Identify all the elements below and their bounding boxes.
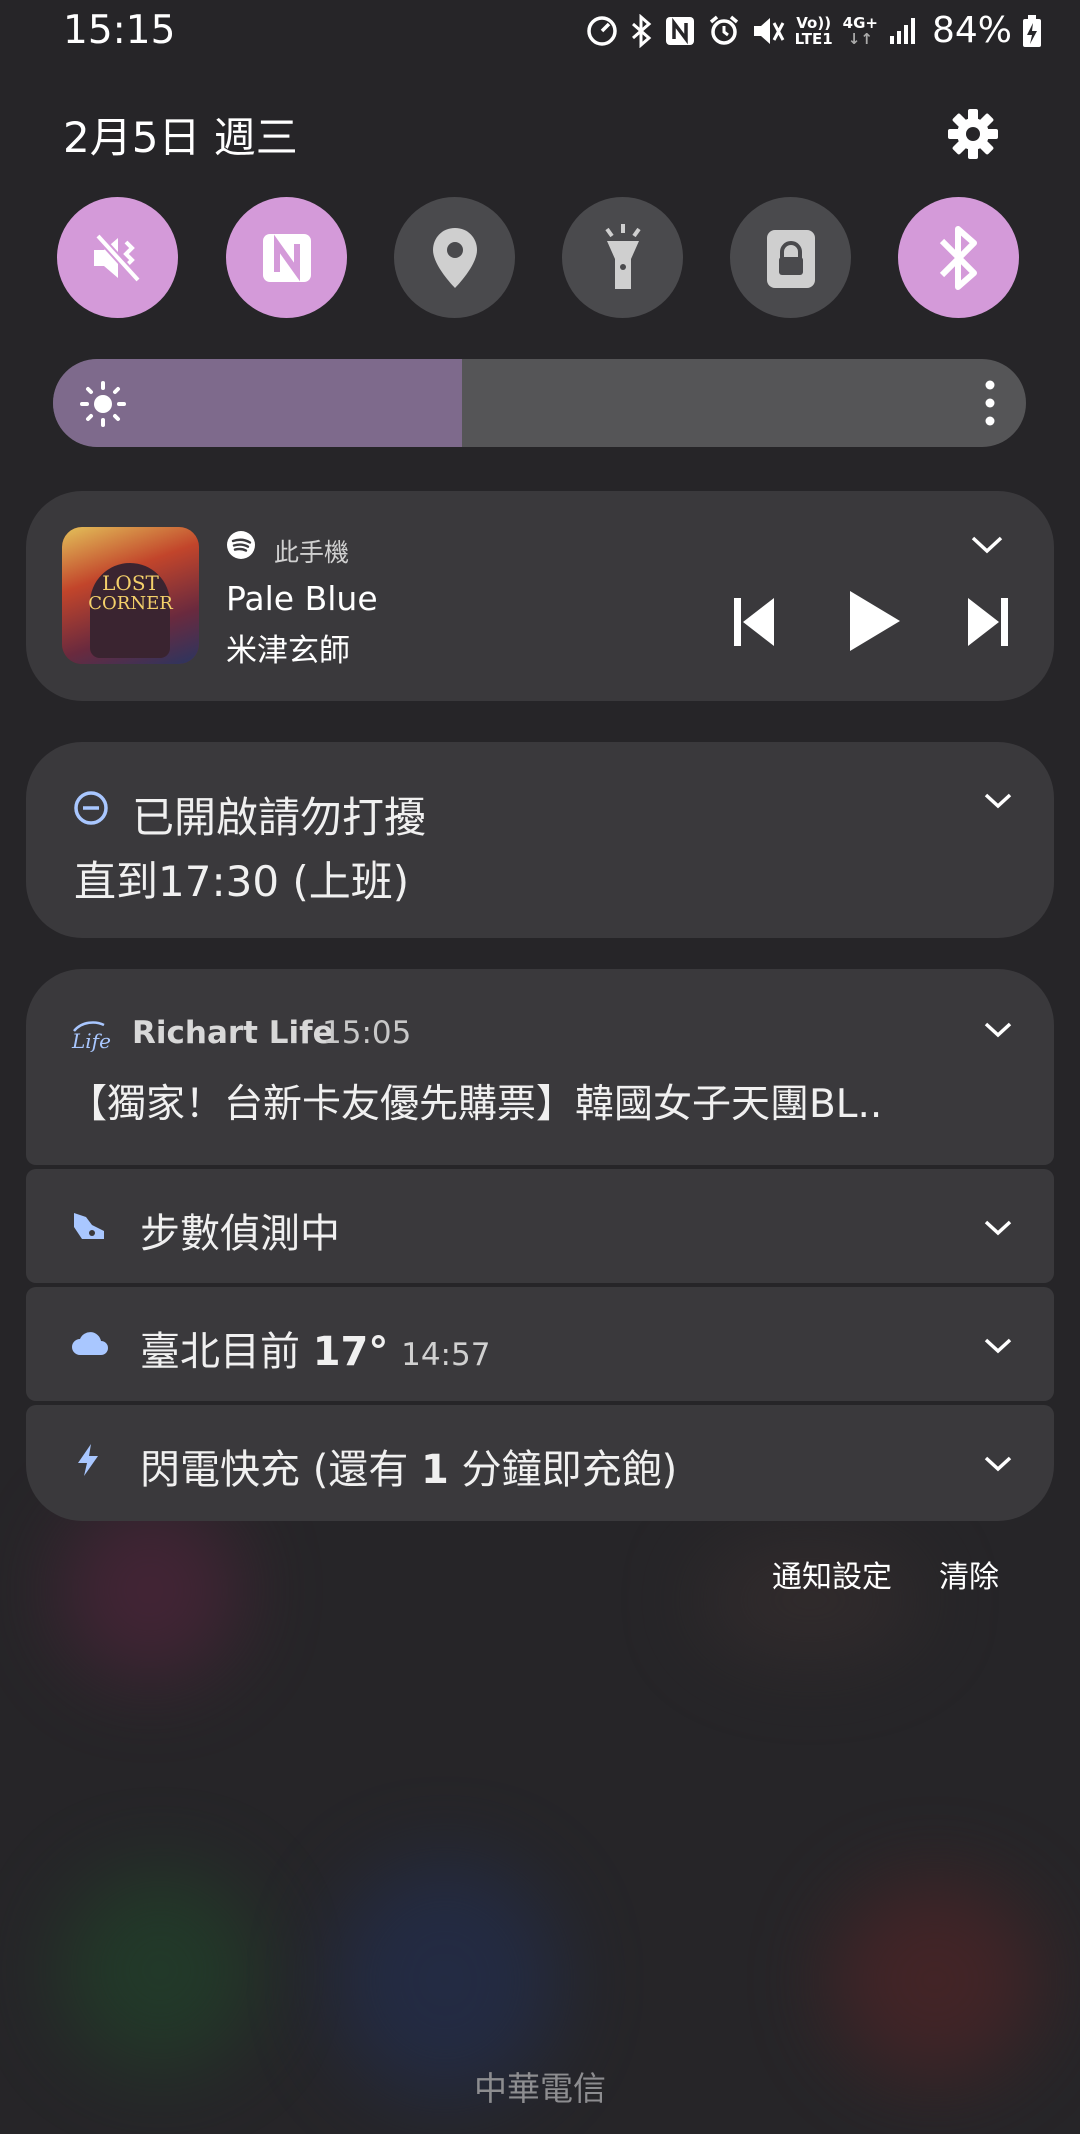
alarm-status-icon	[709, 15, 738, 45]
album-art-text: LOST	[102, 571, 159, 595]
network-type-label: 4G+	[842, 13, 878, 32]
play-icon[interactable]	[846, 589, 902, 653]
toggle-flashlight[interactable]	[562, 197, 683, 318]
wallpaper-blob	[830, 1880, 1040, 2080]
weather-text: 臺北目前 17° 14:57	[140, 1319, 490, 1377]
dnd-card[interactable]: 已開啟請勿打擾 直到17:30 (上班)	[26, 742, 1054, 938]
toggle-mute[interactable]	[57, 197, 178, 318]
lightning-bolt-icon	[78, 1444, 98, 1476]
toggle-bluetooth[interactable]	[898, 197, 1019, 318]
status-time: 15:15	[63, 8, 176, 53]
bluetooth-icon	[939, 225, 977, 290]
dnd-subtitle: 直到17:30 (上班)	[74, 857, 410, 906]
toggle-nfc[interactable]	[226, 197, 347, 318]
notification-text: 步數偵測中	[140, 1211, 340, 1257]
chevron-down-icon[interactable]	[970, 535, 1004, 555]
media-title: Pale Blue	[226, 579, 378, 618]
previous-track-icon[interactable]	[732, 596, 776, 648]
chevron-down-icon[interactable]	[983, 1337, 1013, 1355]
battery-percent: 84%	[931, 10, 1012, 51]
settings-gear-icon[interactable]	[945, 106, 1001, 162]
charging-prefix: 閃電快充 (還有	[140, 1447, 409, 1493]
chevron-down-icon[interactable]	[983, 1219, 1013, 1237]
network-type-indicator: 4G+ ↓↑	[843, 15, 878, 47]
volte-indicator: Vo)) LTE1	[795, 15, 833, 47]
charging-suffix: 分鐘即充飽)	[461, 1447, 678, 1493]
more-options-icon[interactable]	[984, 379, 996, 427]
battery-charging-icon	[1023, 14, 1041, 47]
status-bar: 15:15 Vo)) LTE1 4G+ ↓↑ 84%	[0, 0, 1080, 64]
notification-richart[interactable]: Life Richart Life 15:05 【獨家！台新卡友優先購票】韓國女…	[26, 969, 1054, 1165]
lock-icon	[766, 229, 815, 288]
notification-weather[interactable]: 臺北目前 17° 14:57	[26, 1287, 1054, 1401]
lte-label: LTE1	[794, 29, 833, 48]
wallpaper-blob	[60, 1500, 240, 1680]
album-art: LOST CORNER	[62, 527, 199, 664]
clear-button[interactable]: 清除	[939, 1552, 999, 1596]
flashlight-icon	[604, 223, 641, 289]
date-header: 2月5日 週三	[63, 113, 298, 162]
cloud-icon	[72, 1332, 108, 1355]
notification-charging[interactable]: 閃電快充 (還有 1 分鐘即充飽)	[26, 1405, 1054, 1521]
location-icon	[432, 227, 477, 288]
notification-time: 15:05	[322, 1015, 412, 1051]
notification-steps[interactable]: 步數偵測中	[26, 1169, 1054, 1283]
bluetooth-status-icon	[631, 13, 651, 48]
spotify-icon	[227, 531, 255, 559]
running-shoe-icon	[74, 1213, 104, 1239]
next-track-icon[interactable]	[966, 596, 1010, 648]
richart-logo-text: Life	[72, 1029, 111, 1053]
data-arrows-icon: ↓↑	[847, 29, 873, 48]
volte-label: Vo))	[796, 13, 832, 32]
wallpaper-blob	[60, 1870, 260, 2070]
chevron-down-icon[interactable]	[983, 792, 1013, 810]
weather-location: 臺北目前	[140, 1329, 300, 1375]
nfc-status-icon	[665, 16, 694, 45]
nfc-icon	[262, 233, 311, 282]
charging-minutes: 1	[421, 1447, 449, 1493]
brightness-slider[interactable]	[53, 359, 1026, 447]
richart-app-icon: Life	[70, 1019, 111, 1053]
speedometer-icon	[586, 15, 617, 46]
notification-app-name: Richart Life	[132, 1015, 334, 1051]
status-icons: Vo)) LTE1 4G+ ↓↑ 84%	[585, 10, 1042, 51]
media-player-card[interactable]: LOST CORNER 此手機 Pale Blue 米津玄師	[26, 491, 1054, 701]
charging-text: 閃電快充 (還有 1 分鐘即充飽)	[140, 1437, 677, 1495]
dnd-title: 已開啟請勿打擾	[132, 793, 427, 842]
album-art-text: CORNER	[88, 593, 173, 614]
notification-settings-button[interactable]: 通知設定	[772, 1552, 892, 1596]
toggle-location[interactable]	[394, 197, 515, 318]
weather-temp: 17°	[312, 1329, 389, 1375]
toggle-lock[interactable]	[730, 197, 851, 318]
mute-status-icon	[753, 17, 784, 44]
mute-vibrate-icon	[93, 232, 141, 283]
weather-time: 14:57	[401, 1337, 491, 1373]
chevron-down-icon[interactable]	[983, 1455, 1013, 1473]
carrier-label: 中華電信	[474, 2069, 606, 2108]
signal-icon	[889, 17, 915, 44]
do-not-disturb-icon	[74, 791, 108, 825]
notification-text: 【獨家！台新卡友優先購票】韓國女子天團BL..	[68, 1082, 883, 1127]
sun-icon	[80, 381, 126, 427]
chevron-down-icon[interactable]	[983, 1021, 1013, 1039]
media-artist: 米津玄師	[226, 633, 350, 669]
media-source-label: 此手機	[274, 538, 350, 567]
